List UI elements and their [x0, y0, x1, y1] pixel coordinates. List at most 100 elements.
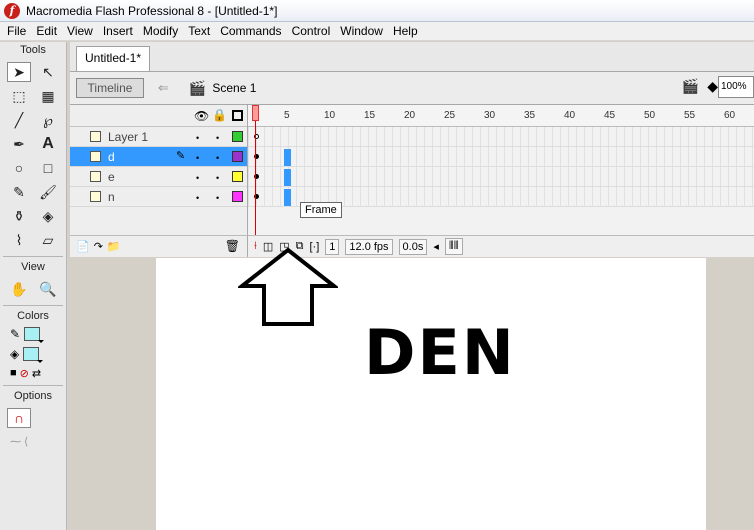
zoom-field[interactable]: 100%: [718, 76, 754, 98]
pencil-tool-icon[interactable]: ✎: [7, 182, 31, 202]
lock-icon[interactable]: 🔒: [212, 108, 227, 122]
playhead-handle[interactable]: [252, 105, 259, 121]
visible-dot[interactable]: •: [196, 133, 199, 143]
frame-grid[interactable]: [248, 127, 754, 207]
menu-text[interactable]: Text: [183, 24, 215, 38]
ruler-label: 55: [684, 110, 696, 121]
frame-ruler[interactable]: 151015202530354045505560: [248, 105, 754, 127]
rectangle-tool-icon[interactable]: □: [36, 158, 60, 178]
layer-row[interactable]: Layer 1 • •: [70, 127, 247, 147]
menu-help[interactable]: Help: [388, 24, 423, 38]
text-tool-icon[interactable]: A: [36, 134, 60, 154]
black-white-icon[interactable]: ■: [10, 367, 17, 380]
line-tool-icon[interactable]: ╱: [7, 110, 31, 130]
layer-icon: [90, 171, 101, 182]
smooth-straighten: ⁓ ⟨: [0, 432, 66, 451]
layer-row[interactable]: d ✎ • •: [70, 147, 247, 167]
paint-bucket-tool-icon[interactable]: ◈: [36, 206, 60, 226]
stroke-color-swatch[interactable]: [24, 327, 45, 343]
window-title: Macromedia Flash Professional 8 - [Untit…: [26, 3, 278, 18]
fill-color-swatch[interactable]: [23, 347, 44, 363]
fill-bucket-icon: ◈: [10, 347, 20, 361]
edit-symbols-icon[interactable]: ◆: [707, 78, 718, 95]
menu-control[interactable]: Control: [287, 24, 336, 38]
selected-frame[interactable]: [284, 149, 291, 166]
tab-untitled-1[interactable]: Untitled-1*: [76, 46, 151, 71]
straighten-icon[interactable]: ⟨: [24, 435, 28, 448]
fill-color-row: ◈: [0, 344, 66, 364]
layer-row[interactable]: e • •: [70, 167, 247, 187]
menu-edit[interactable]: Edit: [31, 24, 62, 38]
swap-colors-icon[interactable]: ⇄: [32, 367, 41, 380]
layer-color-box[interactable]: [232, 151, 243, 162]
lock-dot[interactable]: •: [216, 153, 219, 163]
fill-transform-tool-icon[interactable]: ▦: [36, 86, 60, 106]
brush-tool-icon[interactable]: 🖌: [36, 182, 60, 202]
arrow-tool-icon[interactable]: ➤: [7, 62, 31, 82]
scroll-left-icon[interactable]: ◂: [433, 240, 439, 253]
tools-heading: Tools: [20, 44, 46, 56]
layer-name: n: [108, 190, 115, 204]
edit-bar: Timeline ⇐ 🎬 Scene 1 🎬 ◆ 100%: [70, 72, 754, 105]
layer-icon: [90, 191, 101, 202]
view-heading: View: [21, 261, 45, 273]
eye-icon[interactable]: 👁: [194, 109, 209, 123]
playhead[interactable]: [252, 105, 259, 245]
stage[interactable]: DEN: [156, 247, 706, 530]
insert-folder-icon[interactable]: 📁: [107, 240, 121, 253]
edit-pencil-icon: ✎: [176, 150, 186, 162]
eyedropper-tool-icon[interactable]: ⌇: [7, 230, 31, 250]
visible-dot[interactable]: •: [196, 173, 199, 183]
oval-tool-icon[interactable]: ○: [7, 158, 31, 178]
edit-scene-symbol: 🎬 ◆: [682, 78, 718, 95]
layer-name: d: [108, 150, 115, 164]
back-arrow-icon[interactable]: ⇐: [158, 80, 169, 96]
timeline-toggle-button[interactable]: Timeline: [76, 78, 144, 98]
selected-frame[interactable]: [284, 189, 291, 206]
scene-label: Scene 1: [212, 81, 257, 95]
menu-view[interactable]: View: [62, 24, 98, 38]
options-heading: Options: [14, 390, 52, 402]
menu-modify[interactable]: Modify: [138, 24, 183, 38]
divider: [3, 305, 63, 306]
visible-dot[interactable]: •: [196, 193, 199, 203]
stage-text-den[interactable]: DEN: [364, 316, 516, 389]
snap-magnet-icon[interactable]: ∩: [7, 408, 31, 428]
zoom-tool-icon[interactable]: 🔍: [36, 279, 60, 299]
layer-color-box[interactable]: [232, 171, 243, 182]
edit-scene-icon[interactable]: 🎬: [682, 78, 699, 95]
layers-column: 👁 🔒 Layer 1 • • d ✎ • • e • • n • • 📄 ↷ 📁 🗑: [70, 105, 248, 257]
lock-dot[interactable]: •: [216, 133, 219, 143]
menu-commands[interactable]: Commands: [215, 24, 286, 38]
layer-color-box[interactable]: [232, 191, 243, 202]
timeline-scrollbar[interactable]: ⦀⦀: [444, 238, 463, 255]
layer-name: Layer 1: [108, 130, 149, 144]
lock-dot[interactable]: •: [216, 173, 219, 183]
ink-bottle-tool-icon[interactable]: ⚱: [7, 206, 31, 226]
timeline-panel: 👁 🔒 Layer 1••d✎••e••n•• 📄 ↷ 📁 🗑 15101520…: [70, 105, 754, 257]
visible-dot[interactable]: •: [196, 153, 199, 163]
menu-insert[interactable]: Insert: [98, 24, 138, 38]
subselect-tool-icon[interactable]: ↖: [36, 62, 60, 82]
layer-row[interactable]: n • •: [70, 187, 247, 207]
outline-icon[interactable]: [232, 110, 243, 121]
lock-dot[interactable]: •: [216, 193, 219, 203]
colors-heading: Colors: [17, 310, 49, 322]
add-motion-guide-icon[interactable]: ↷: [94, 240, 103, 253]
layer-color-box[interactable]: [232, 131, 243, 142]
menu-window[interactable]: Window: [335, 24, 388, 38]
hand-tool-icon[interactable]: ✋: [7, 279, 31, 299]
frame-rate[interactable]: 12.0 fps: [345, 238, 393, 255]
lasso-tool-icon[interactable]: ℘: [36, 110, 60, 130]
no-color-icon[interactable]: ⊘: [20, 367, 29, 380]
pen-tool-icon[interactable]: ✒: [7, 134, 31, 154]
view-tools: ✋ 🔍: [0, 275, 66, 303]
selected-frame[interactable]: [284, 169, 291, 186]
eraser-tool-icon[interactable]: ▱: [36, 230, 60, 250]
menu-bar: File Edit View Insert Modify Text Comman…: [0, 22, 754, 41]
menu-file[interactable]: File: [2, 24, 31, 38]
free-transform-tool-icon[interactable]: ⬚: [7, 86, 31, 106]
insert-layer-icon[interactable]: 📄: [76, 240, 90, 253]
ruler-label: 60: [724, 110, 736, 121]
smooth-icon[interactable]: ⁓: [10, 435, 21, 448]
